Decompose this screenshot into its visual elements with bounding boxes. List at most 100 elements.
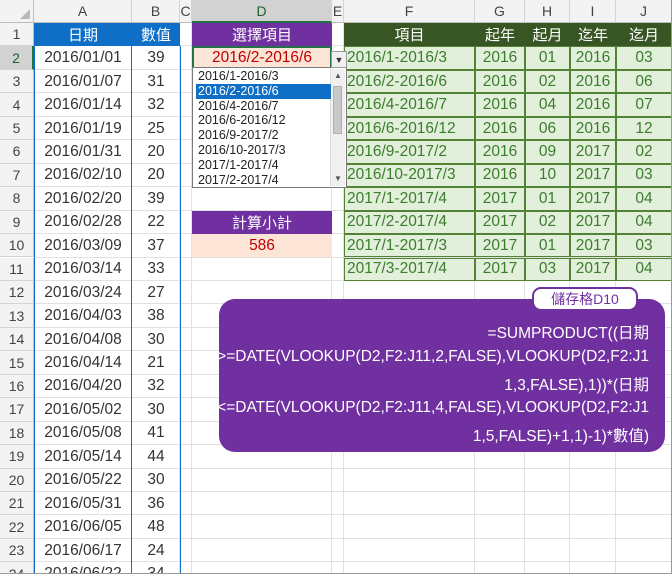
row-header-7[interactable]: 7 (0, 163, 34, 188)
range-table-cell[interactable]: 2017/1-2017/4 (344, 187, 475, 211)
column-header-h[interactable]: H (525, 0, 570, 23)
row-header-20[interactable]: 20 (0, 468, 34, 492)
range-table-cell[interactable]: 2016/1-2016/3 (344, 46, 475, 70)
range-table-cell[interactable]: 06 (616, 69, 672, 94)
row-header-18[interactable]: 18 (0, 421, 34, 446)
range-table-cell[interactable]: 07 (616, 93, 672, 117)
range-table-cell[interactable]: 2016 (475, 116, 525, 141)
range-table-cell[interactable]: 2017 (475, 187, 525, 211)
row-header-17[interactable]: 17 (0, 398, 34, 422)
range-table-cell[interactable]: 04 (525, 93, 570, 117)
row-header-1[interactable]: 1 (0, 23, 34, 47)
chevron-down-icon[interactable]: ▼ (331, 51, 347, 68)
dropdown-option[interactable]: 2016/2-2016/6 (196, 83, 331, 99)
range-table-cell[interactable]: 2017 (475, 210, 525, 235)
row-header-3[interactable]: 3 (0, 69, 34, 94)
range-table-cell[interactable]: 2016 (475, 163, 525, 188)
row-header-14[interactable]: 14 (0, 327, 34, 352)
row-header-10[interactable]: 10 (0, 234, 34, 258)
row-header-2[interactable]: 2 (0, 46, 34, 70)
range-table-cell[interactable]: 2016 (570, 46, 616, 70)
range-table-cell[interactable]: 02 (525, 210, 570, 235)
row-header-9[interactable]: 9 (0, 210, 34, 235)
column-header-i[interactable]: I (570, 0, 616, 23)
range-table-cell[interactable]: 2017 (570, 140, 616, 164)
range-table-cell[interactable]: 03 (616, 46, 672, 70)
dropdown-option[interactable]: 2016/10-2017/3 (196, 143, 331, 158)
range-table-cell[interactable]: 2016/10-2017/3 (344, 163, 475, 188)
range-table-cell[interactable]: 10 (525, 163, 570, 188)
scroll-down-icon[interactable]: ▼ (333, 174, 343, 184)
range-table-cell[interactable]: 2017/2-2017/4 (344, 210, 475, 235)
column-header-f[interactable]: F (344, 0, 475, 23)
row-header-16[interactable]: 16 (0, 374, 34, 399)
range-table-cell[interactable]: 2016/2-2016/6 (344, 69, 475, 94)
row-header-11[interactable]: 11 (0, 257, 34, 281)
dropdown-option[interactable]: 2017/1-2017/4 (196, 158, 331, 173)
selection-dropdown-list[interactable]: ▲ ▼ 2016/1-2016/3 2016/2-2016/6 2016/4-201… (192, 67, 347, 188)
range-table-cell[interactable]: 2016/9-2017/2 (344, 140, 475, 164)
range-table-cell[interactable]: 04 (616, 257, 672, 281)
range-table-cell[interactable]: 03 (616, 234, 672, 258)
range-table-cell[interactable]: 2017 (475, 234, 525, 258)
column-header-d[interactable]: D (192, 0, 332, 23)
row-header-13[interactable]: 13 (0, 304, 34, 328)
column-header-g[interactable]: G (475, 0, 525, 23)
range-table-cell[interactable]: 02 (525, 69, 570, 94)
range-table-cell[interactable]: 06 (525, 116, 570, 141)
range-table-cell[interactable]: 2017 (570, 234, 616, 258)
range-table-cell[interactable]: 2017 (570, 210, 616, 235)
range-table-cell[interactable]: 01 (525, 187, 570, 211)
row-header-21[interactable]: 21 (0, 492, 34, 516)
selector-header: 選擇項目 (192, 23, 332, 47)
column-header-a[interactable]: A (34, 0, 132, 23)
range-table-cell[interactable]: 2017 (570, 257, 616, 281)
range-table-cell[interactable]: 2017 (570, 187, 616, 211)
range-table-cell[interactable]: 2016 (475, 140, 525, 164)
scroll-thumb[interactable] (333, 86, 342, 134)
dropdown-option[interactable]: 2016/9-2017/2 (196, 128, 331, 143)
dropdown-option[interactable]: 2016/1-2016/3 (196, 69, 331, 84)
range-table-cell[interactable]: 04 (616, 210, 672, 235)
dropdown-option[interactable]: 2017/2-2017/4 (196, 173, 331, 188)
range-table-cell[interactable]: 2016 (475, 69, 525, 94)
row-header-5[interactable]: 5 (0, 116, 34, 141)
range-table-cell[interactable]: 01 (525, 234, 570, 258)
subtotal-value[interactable]: 586 (192, 234, 332, 258)
row-header-12[interactable]: 12 (0, 280, 34, 305)
range-table-cell[interactable]: 2016/6-2016/12 (344, 116, 475, 141)
range-table-cell[interactable]: 03 (525, 257, 570, 281)
dropdown-scrollbar[interactable]: ▲ ▼ (330, 69, 345, 186)
range-table-cell[interactable]: 2017/3-2017/4 (344, 257, 475, 281)
range-table-cell[interactable]: 04 (616, 187, 672, 211)
column-header-b[interactable]: B (132, 0, 180, 23)
range-table-cell[interactable]: 2017 (475, 257, 525, 281)
range-table-cell[interactable]: 03 (616, 163, 672, 188)
row-header-22[interactable]: 22 (0, 515, 34, 539)
range-table-cell[interactable]: 01 (525, 46, 570, 70)
dropdown-option[interactable]: 2016/6-2016/12 (196, 113, 331, 128)
row-header-15[interactable]: 15 (0, 351, 34, 375)
range-table-cell[interactable]: 2016 (570, 116, 616, 141)
row-header-23[interactable]: 23 (0, 538, 34, 563)
scroll-up-icon[interactable]: ▲ (333, 71, 343, 81)
select-all-corner[interactable] (0, 0, 34, 23)
range-table-cell[interactable]: 2016 (475, 93, 525, 117)
row-header-19[interactable]: 19 (0, 445, 34, 469)
range-table-cell[interactable]: 2016 (570, 69, 616, 94)
range-table-cell[interactable]: 2016 (475, 46, 525, 70)
row-header-4[interactable]: 4 (0, 93, 34, 117)
range-table-cell[interactable]: 02 (616, 140, 672, 164)
range-table-cell[interactable]: 12 (616, 116, 672, 141)
range-table-cell[interactable]: 2017/1-2017/3 (344, 234, 475, 258)
range-table-cell[interactable]: 09 (525, 140, 570, 164)
row-header-8[interactable]: 8 (0, 187, 34, 211)
range-table-cell[interactable]: 2017 (570, 163, 616, 188)
dropdown-option[interactable]: 2016/4-2016/7 (196, 99, 331, 114)
column-header-j[interactable]: J (616, 0, 672, 23)
range-table-cell[interactable]: 2016 (570, 93, 616, 117)
column-header-c[interactable]: C (180, 0, 192, 23)
range-table-cell[interactable]: 2016/4-2016/7 (344, 93, 475, 117)
column-header-e[interactable]: E (332, 0, 344, 23)
row-header-6[interactable]: 6 (0, 140, 34, 164)
